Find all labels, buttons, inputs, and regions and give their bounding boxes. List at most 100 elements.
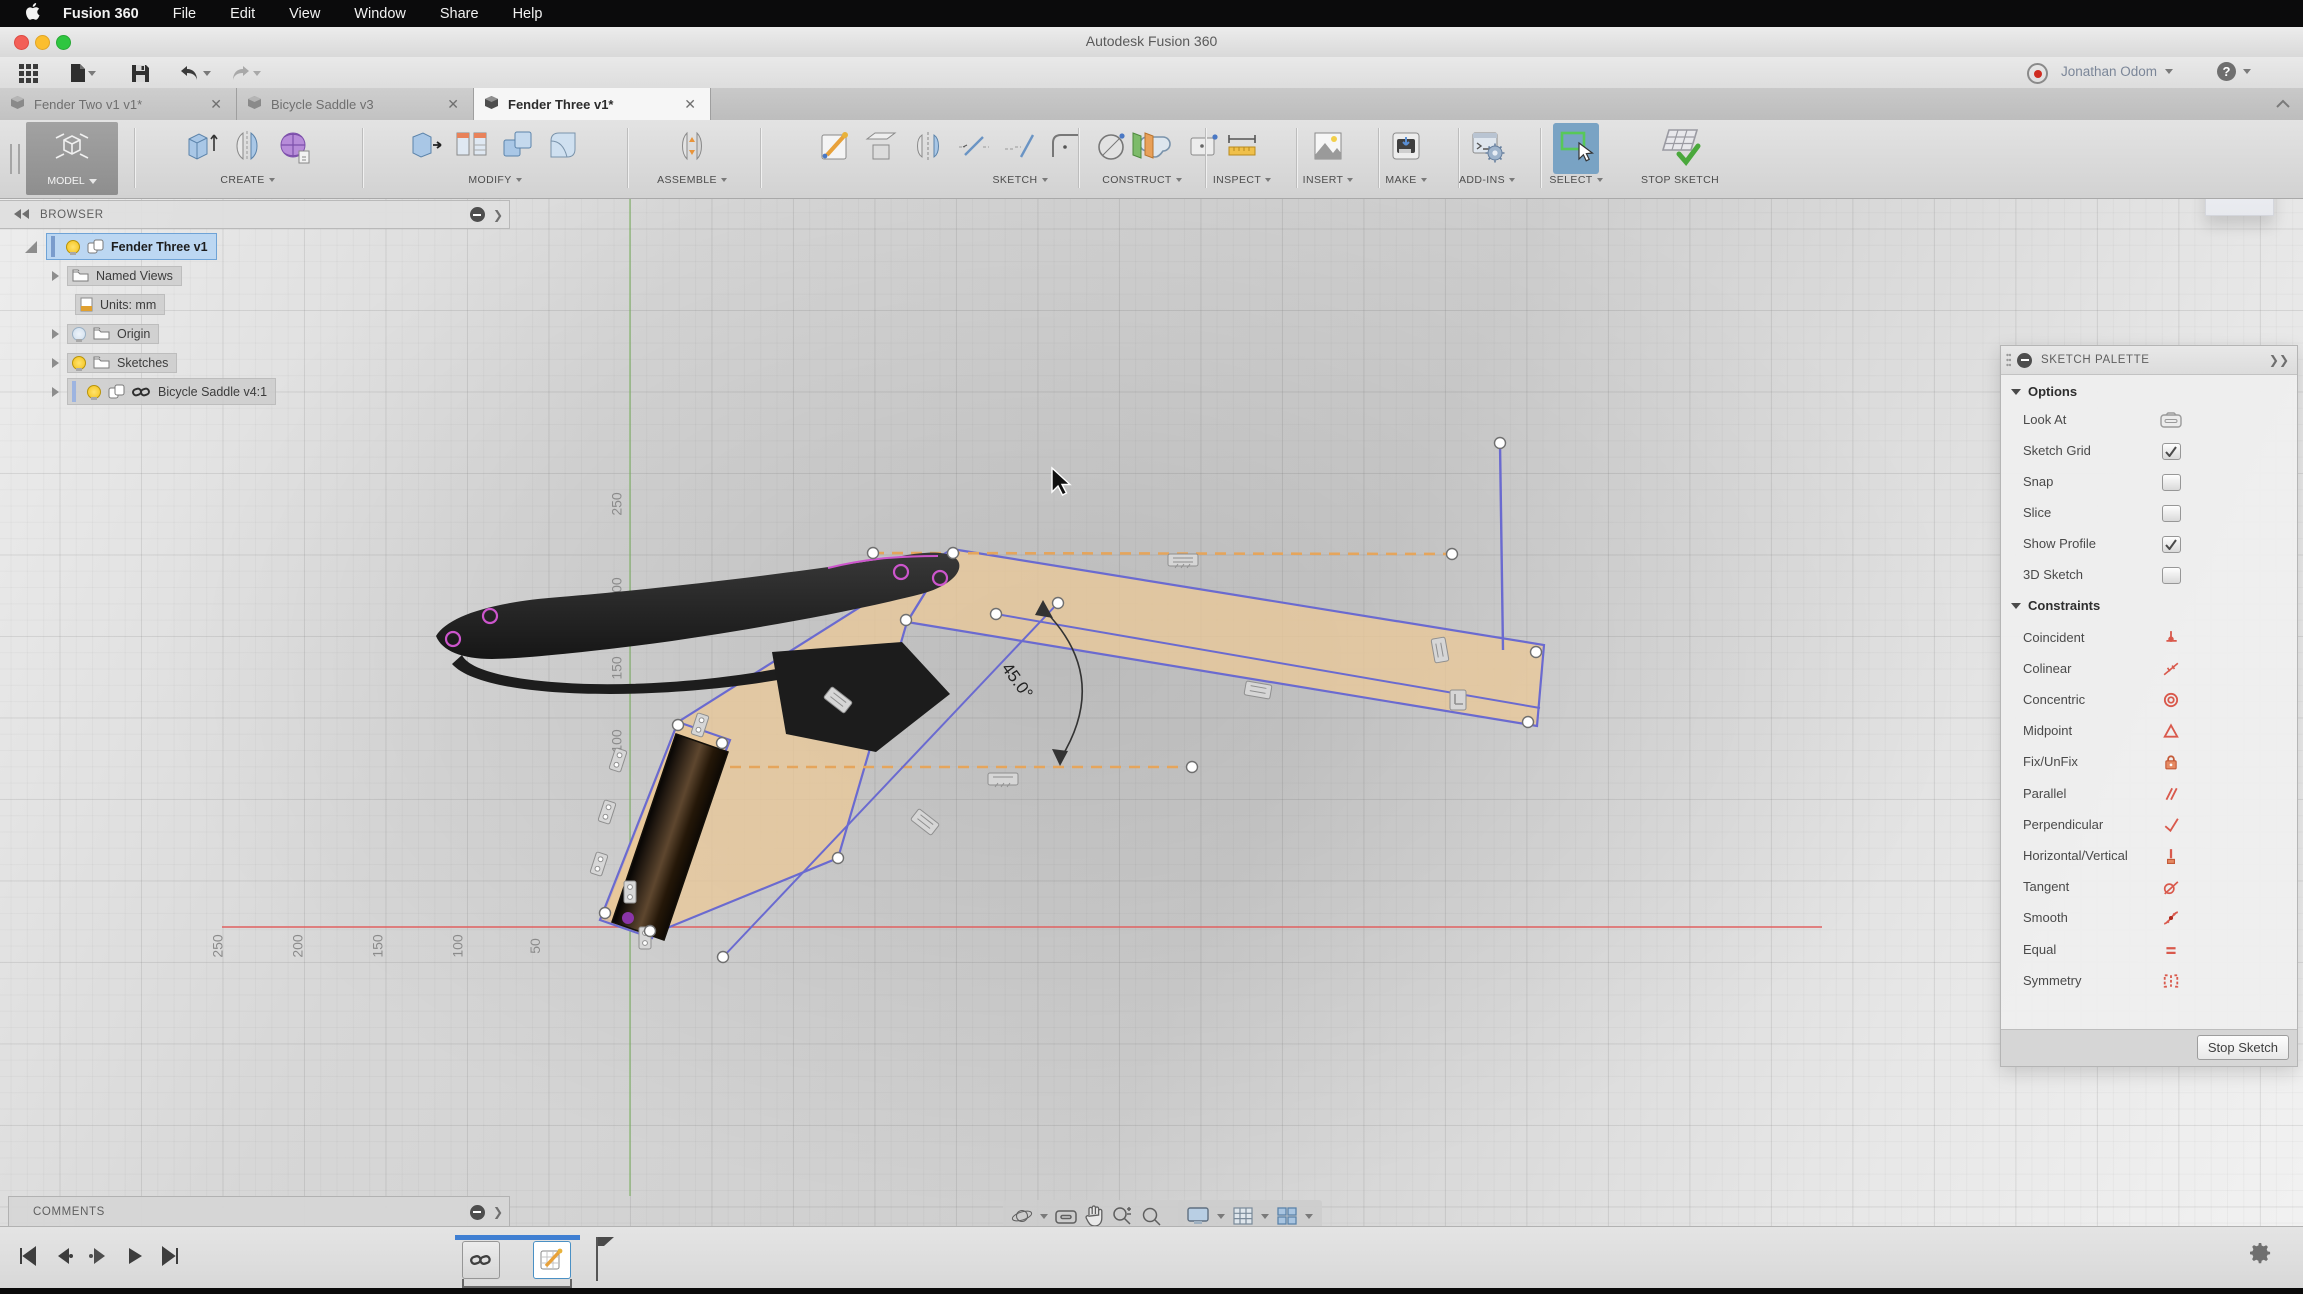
- revolve-icon[interactable]: [227, 125, 269, 172]
- panel-options-icon[interactable]: [470, 1205, 485, 1220]
- browser-node-chip[interactable]: Named Views: [67, 266, 182, 286]
- menu-file[interactable]: File: [173, 6, 196, 22]
- symmetry-icon[interactable]: [2159, 971, 2183, 991]
- zoom-icon[interactable]: [1111, 1205, 1133, 1227]
- browser-node-chip[interactable]: Bicycle Saddle v4:1: [67, 378, 276, 405]
- browser-node-chip[interactable]: Units: mm: [75, 294, 165, 315]
- viewports-icon[interactable]: [1276, 1206, 1298, 1226]
- equal-icon[interactable]: [2159, 940, 2183, 960]
- redo-icon[interactable]: [228, 61, 252, 85]
- panel-expand-chevron[interactable]: ❯: [493, 1205, 503, 1219]
- panel-expand-chevron[interactable]: ❯: [493, 208, 503, 222]
- timeline-go-to-start-button[interactable]: [16, 1245, 38, 1272]
- browser-row-bicycle-saddle[interactable]: Bicycle Saddle v4:1: [52, 379, 276, 404]
- look-at-icon[interactable]: [1055, 1208, 1077, 1224]
- group-label-construct[interactable]: CONSTRUCT: [1102, 174, 1172, 186]
- zoom-fit-icon[interactable]: [1140, 1205, 1162, 1227]
- tab-fender-two[interactable]: Fender Two v1 v1* ✕: [0, 88, 237, 120]
- spline-icon[interactable]: [999, 125, 1041, 172]
- undo-caret[interactable]: [203, 71, 211, 76]
- visibility-bulb-off-icon[interactable]: [72, 327, 86, 341]
- browser-node-label[interactable]: Bicycle Saddle v4:1: [158, 385, 267, 399]
- undo-icon[interactable]: [178, 61, 202, 85]
- group-label-make[interactable]: MAKE: [1385, 174, 1416, 186]
- browser-node-label[interactable]: Origin: [117, 327, 150, 341]
- group-label-sketch[interactable]: SKETCH: [993, 174, 1038, 186]
- browser-node-chip[interactable]: Origin: [67, 324, 159, 344]
- menubar-app-name[interactable]: Fusion 360: [63, 6, 139, 22]
- parallel-icon[interactable]: [2159, 784, 2183, 804]
- panel-collapse-chevron[interactable]: ❯❯: [2269, 353, 2289, 367]
- orbit-icon[interactable]: [1011, 1205, 1033, 1227]
- extrude-icon[interactable]: [181, 125, 223, 172]
- split-body-icon[interactable]: [451, 125, 493, 172]
- group-label-addins[interactable]: ADD-INS: [1459, 174, 1505, 186]
- browser-node-label[interactable]: Fender Three v1: [111, 240, 208, 254]
- stop-sketch-icon[interactable]: [1657, 124, 1703, 173]
- group-label-modify[interactable]: MODIFY: [468, 174, 511, 186]
- display-settings-icon[interactable]: [1186, 1206, 1210, 1226]
- tab-close-icon[interactable]: ✕: [680, 96, 700, 113]
- sketch-grid-checkbox[interactable]: [2162, 443, 2181, 460]
- sketch-caret[interactable]: [1042, 178, 1048, 182]
- stop-sketch-label[interactable]: STOP SKETCH: [1641, 174, 1719, 186]
- browser-node-label[interactable]: Sketches: [117, 356, 168, 370]
- 3d-sketch-checkbox[interactable]: [2162, 567, 2181, 584]
- browser-node-label[interactable]: Named Views: [96, 269, 173, 283]
- combine-icon[interactable]: [497, 125, 539, 172]
- orbit-caret[interactable]: [1040, 1214, 1048, 1219]
- project-icon[interactable]: [861, 125, 903, 172]
- concentric-icon[interactable]: [2159, 690, 2183, 710]
- smooth-icon[interactable]: [2159, 908, 2183, 928]
- insert-image-icon[interactable]: [1307, 125, 1349, 172]
- lock-icon[interactable]: [2159, 752, 2183, 772]
- tangent-icon[interactable]: [2159, 877, 2183, 897]
- expand-arrow-icon[interactable]: [52, 271, 59, 281]
- visibility-bulb-icon[interactable]: [72, 356, 86, 370]
- options-section-header[interactable]: Options: [2011, 384, 2077, 399]
- redo-caret[interactable]: [253, 71, 261, 76]
- midpoint-icon[interactable]: [2159, 721, 2183, 741]
- menu-window[interactable]: Window: [354, 6, 406, 22]
- construct-plane-icon[interactable]: [1121, 125, 1163, 172]
- grid-settings-icon[interactable]: [1232, 1206, 1254, 1226]
- new-document-icon[interactable]: [66, 61, 90, 85]
- insert-caret[interactable]: [1347, 178, 1353, 182]
- visibility-bulb-icon[interactable]: [87, 385, 101, 399]
- horizontal-vertical-icon[interactable]: [2159, 846, 2183, 866]
- browser-row-units[interactable]: Units: mm: [75, 292, 165, 317]
- timeline-step-forward-button[interactable]: [88, 1245, 110, 1272]
- tab-close-icon[interactable]: ✕: [443, 96, 463, 113]
- modify-caret[interactable]: [516, 178, 522, 182]
- stop-sketch-button[interactable]: Stop Sketch: [2197, 1035, 2289, 1060]
- expand-arrow-icon[interactable]: [52, 358, 59, 368]
- menu-share[interactable]: Share: [440, 6, 479, 22]
- save-icon[interactable]: [128, 61, 152, 85]
- line-icon[interactable]: [953, 125, 995, 172]
- apple-icon[interactable]: [26, 3, 41, 24]
- select-caret[interactable]: [1597, 178, 1603, 182]
- visibility-bulb-icon[interactable]: [66, 240, 80, 254]
- fillet-corner-icon[interactable]: [1045, 125, 1087, 172]
- browser-row-origin[interactable]: Origin: [52, 321, 159, 346]
- display-settings-caret[interactable]: [1217, 1214, 1225, 1219]
- browser-header[interactable]: BROWSER ❯: [0, 200, 510, 229]
- timeline-item-sketch[interactable]: [533, 1241, 571, 1279]
- panel-options-icon[interactable]: [470, 207, 485, 222]
- root-expanded-icon[interactable]: [24, 240, 38, 254]
- construct-caret[interactable]: [1176, 178, 1182, 182]
- help-menu[interactable]: ?: [2217, 62, 2251, 81]
- browser-row-named-views[interactable]: Named Views: [52, 263, 182, 288]
- timeline-play-button[interactable]: [124, 1245, 146, 1272]
- browser-node-label[interactable]: Units: mm: [100, 298, 156, 312]
- viewports-caret[interactable]: [1305, 1214, 1313, 1219]
- app-grid-icon[interactable]: [16, 61, 40, 85]
- user-menu[interactable]: Jonathan Odom: [2061, 64, 2173, 79]
- new-document-caret[interactable]: [88, 71, 96, 76]
- sketch-palette-header[interactable]: SKETCH PALETTE ❯❯: [2001, 346, 2297, 375]
- timeline-step-back-button[interactable]: [52, 1245, 74, 1272]
- fillet-icon[interactable]: [543, 125, 585, 172]
- panel-options-icon[interactable]: [2017, 353, 2032, 368]
- menu-edit[interactable]: Edit: [230, 6, 255, 22]
- tab-bicycle-saddle[interactable]: Bicycle Saddle v3 ✕: [237, 88, 474, 120]
